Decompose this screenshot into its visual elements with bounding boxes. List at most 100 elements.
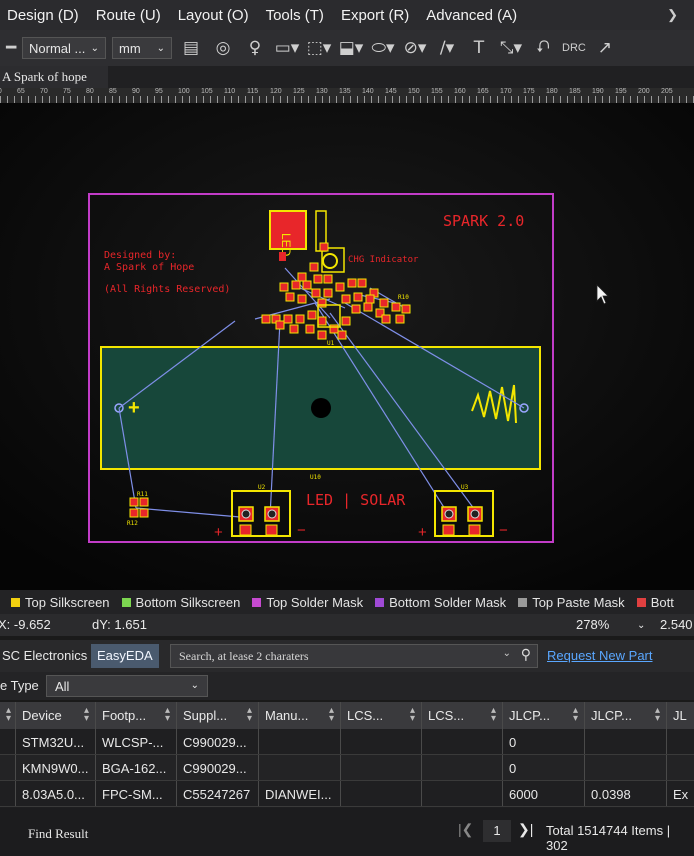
smd-pad (317, 330, 327, 340)
coord-dx: X: -9.652 (0, 617, 51, 632)
layer-bottom-solder-mask[interactable]: Bottom Solder Mask (375, 595, 506, 610)
pcb-canvas[interactable]: + LED SPARK 2.0 Designed by: A Spark of … (0, 103, 694, 590)
document-tabs: A Spark of hope (0, 66, 694, 88)
smd-pad (347, 278, 357, 288)
ruler-tick-label: 100 (178, 88, 190, 95)
r12-label: R12 (127, 520, 138, 527)
text-tool-icon[interactable]: T (466, 38, 492, 58)
table-row[interactable]: STM32U... WLCSP-... C990029... 0 (0, 729, 694, 755)
menu-advanced[interactable]: Advanced (A) (419, 7, 527, 24)
import-tool-icon[interactable]: ⮏ (530, 34, 556, 63)
u1-label: U1 (327, 340, 335, 347)
zoom-value[interactable]: 278% (576, 617, 609, 632)
unit-select[interactable]: mm ⌄ (112, 37, 172, 59)
header-jlcpcb-1[interactable]: JLCP... ▴ ▾ (503, 702, 585, 729)
table-cell: C990029... (177, 729, 259, 754)
header-device[interactable]: Device ▴ ▾ (16, 702, 96, 729)
menu-bar: Design (D) Route (U) Layout (O) Tools (T… (0, 0, 694, 30)
smd-pad (275, 320, 285, 330)
ruler-tick-label: 80 (86, 88, 94, 95)
table-cell: 8.03A5.0... (16, 781, 96, 806)
type-select[interactable]: All ⌄ (46, 675, 208, 697)
layer-bottom-truncated[interactable]: Bott (636, 595, 674, 610)
layer-top-solder-mask[interactable]: Top Solder Mask (252, 595, 363, 610)
smd-pad (319, 242, 329, 252)
ellipse-tool-icon[interactable]: ⬭▾ (370, 38, 396, 58)
row-selector[interactable] (0, 729, 16, 754)
layer-top-paste-mask[interactable]: Top Paste Mask (518, 595, 625, 610)
table-header-sort[interactable]: ▴ ▾ (0, 702, 16, 729)
search-input[interactable]: Search, at lease 2 charaters ⌄ ⚲ (170, 644, 538, 668)
header-lcsc-1[interactable]: LCS... ▴ ▾ (341, 702, 422, 729)
tab-sc-electronics[interactable]: SC Electronics (0, 644, 93, 668)
first-page-icon[interactable]: |❮ (458, 821, 473, 843)
row-selector[interactable] (0, 755, 16, 780)
smd-pad (261, 314, 271, 324)
search-placeholder: Search, at lease 2 charaters (179, 649, 309, 663)
layer-bottom-silkscreen[interactable]: Bottom Silkscreen (121, 595, 240, 610)
chevron-down-icon[interactable]: ⌄ (503, 648, 511, 659)
more-tool-icon[interactable]: ↗ (592, 38, 618, 58)
via-tool-icon[interactable]: ◎ (210, 38, 236, 58)
layer-top-silkscreen[interactable]: Top Silkscreen (11, 595, 110, 610)
header-footprint[interactable]: Footp... ▴ ▾ (96, 702, 177, 729)
ruler-tool-icon[interactable]: ▤ (178, 38, 204, 58)
smd-pad (317, 316, 327, 326)
menu-tools[interactable]: Tools (T) (259, 7, 334, 24)
smd-pad (379, 298, 389, 308)
smd-pad (302, 280, 312, 290)
header-manufacturer[interactable]: Manu... ▴ ▾ (259, 702, 341, 729)
header-jl[interactable]: JL (667, 702, 694, 729)
parts-table: ▴ ▾ Device ▴ ▾ Footp... ▴ ▾ Suppl... ▴ ▾ Manu..… (0, 702, 694, 808)
grid-value[interactable]: 2.540 (660, 617, 693, 632)
line-tool-icon[interactable]: ∕▾ (434, 38, 460, 58)
layer-swatch (636, 597, 646, 607)
search-icon[interactable]: ⚲ (521, 647, 531, 663)
chevron-down-icon[interactable]: ⌄ (637, 620, 645, 631)
region-tool-icon[interactable]: ⬚▾ (306, 38, 332, 58)
board-title: SPARK 2.0 (443, 212, 524, 230)
table-cell: 0 (503, 755, 585, 780)
table-cell: C55247267 (177, 781, 259, 806)
dimension-tool-icon[interactable]: ⤡▾ (498, 38, 524, 58)
table-row[interactable]: KMN9W0... BGA-162... C990029... 0 (0, 755, 694, 781)
menu-export[interactable]: Export (R) (334, 7, 419, 24)
smd-pad (391, 302, 401, 312)
ruler-tick-label: 65 (17, 88, 25, 95)
menu-design[interactable]: Design (D) (0, 7, 89, 24)
mode-select-value: Normal ... (29, 40, 86, 56)
library-search-bar: SC Electronics EasyEDA Search, at lease … (0, 640, 694, 672)
menu-layout[interactable]: Layout (O) (171, 7, 259, 24)
smd-pad (283, 314, 293, 324)
header-lcsc-2[interactable]: LCS... ▴ ▾ (422, 702, 503, 729)
rectangle-tool-icon[interactable]: ▭▾ (274, 38, 300, 58)
ruler-tick-label: 155 (431, 88, 443, 95)
led-solar-text: LED | SOLAR (306, 491, 406, 509)
menu-overflow-chevron-icon[interactable]: ❯ (667, 7, 678, 23)
header-jlcpcb-2[interactable]: JLCP... ▴ ▾ (585, 702, 667, 729)
document-tab[interactable]: A Spark of hope (0, 66, 108, 88)
smd-pad (351, 304, 361, 314)
ruler-tick-label: 180 (546, 88, 558, 95)
menu-route[interactable]: Route (U) (89, 7, 171, 24)
table-row[interactable]: 8.03A5.0... FPC-SM... C55247267 DIANWEI... 6… (0, 781, 694, 807)
table-cell (259, 729, 341, 754)
tab-easyeda[interactable]: EasyEDA (91, 644, 159, 668)
last-page-icon[interactable]: ❯| (518, 821, 533, 843)
ruler-tick-label: 120 (270, 88, 282, 95)
u10-label: U10 (310, 474, 321, 481)
mode-select[interactable]: Normal ... ⌄ (22, 37, 106, 59)
total-items-text: Total 1514744 Items | 302 (546, 823, 671, 853)
right-minus-mark: − (499, 522, 508, 539)
no-tool-icon[interactable]: ⊘▾ (402, 38, 428, 58)
polygon-tool-icon[interactable]: ⬓▾ (338, 38, 364, 58)
table-cell (667, 755, 694, 780)
pin-tool-icon[interactable]: ♀ (242, 38, 268, 58)
page-number-input[interactable]: 1 (483, 820, 511, 842)
drc-button[interactable]: DRC (562, 42, 586, 54)
header-supplier[interactable]: Suppl... ▴ ▾ (177, 702, 259, 729)
row-selector[interactable] (0, 781, 16, 806)
smd-pad (311, 288, 321, 298)
right-plus-mark: + (418, 524, 427, 541)
request-new-part-link[interactable]: Request New Part (547, 648, 653, 663)
